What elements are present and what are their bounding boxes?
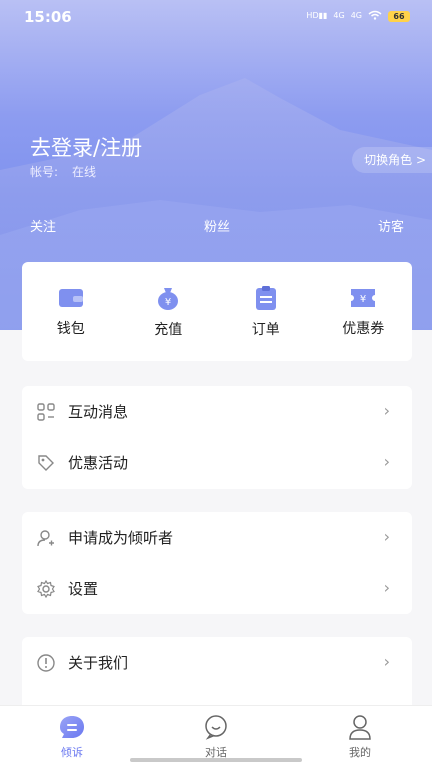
account-label: 帐号: — [30, 165, 59, 179]
signal-icon: HD▮▮ — [306, 11, 328, 20]
chevron-right-icon: › — [383, 527, 390, 546]
tab-me[interactable]: 我的 — [288, 706, 432, 768]
follow-stat[interactable]: 关注 — [30, 216, 56, 235]
wallet-label: 钱包 — [56, 320, 85, 337]
quick-actions-card: 钱包 ¥ 充值 订单 ¥ 优惠券 — [22, 262, 412, 361]
wallet-icon — [58, 288, 83, 307]
visitors-stat[interactable]: 访客 — [378, 216, 404, 235]
tab-me-label: 我的 — [349, 746, 371, 759]
chevron-right-icon: › — [383, 652, 390, 671]
wifi-icon — [368, 10, 382, 22]
battery-icon: 66 — [388, 10, 410, 22]
settings-label: 设置 — [68, 580, 99, 598]
status-bar: 15:06 HD▮▮ 4G 4G 66 — [0, 0, 432, 34]
apply-listener-row[interactable]: 申请成为倾听者 › — [22, 512, 412, 563]
coupons-button[interactable]: ¥ 优惠券 — [315, 262, 413, 361]
interaction-icon — [36, 402, 56, 422]
status-icons: HD▮▮ 4G 4G 66 — [306, 10, 410, 22]
wallet-button[interactable]: 钱包 — [22, 262, 120, 361]
chevron-right-icon: › — [383, 452, 390, 471]
recharge-label: 充值 — [154, 321, 183, 338]
network-label-2: 4G — [350, 11, 362, 20]
network-label-1: 4G — [333, 11, 345, 20]
confide-tab-icon — [60, 716, 84, 738]
account-info: 帐号: 在线 — [30, 163, 96, 180]
apply-listener-label: 申请成为倾听者 — [68, 529, 174, 547]
settings-row[interactable]: 设置 › — [22, 563, 412, 614]
fans-stat[interactable]: 粉丝 — [204, 216, 230, 235]
tab-confide[interactable]: 倾诉 — [0, 706, 144, 768]
svg-text:¥: ¥ — [165, 297, 171, 308]
user-icon — [349, 715, 371, 740]
menu-group-messages: 互动消息 › 优惠活动 › — [22, 386, 412, 489]
home-indicator — [130, 758, 302, 762]
coupons-label: 优惠券 — [342, 320, 385, 337]
coupon-icon: ¥ — [351, 288, 376, 307]
orders-button[interactable]: 订单 — [217, 262, 315, 361]
svg-text:¥: ¥ — [360, 294, 366, 305]
chevron-right-icon: › — [383, 578, 390, 597]
login-register-link[interactable]: 去登录/注册 — [30, 132, 142, 162]
stats-row: 关注 粉丝 访客 — [0, 216, 432, 236]
recharge-button[interactable]: ¥ 充值 — [120, 262, 218, 361]
order-icon — [255, 285, 276, 310]
promotions-label: 优惠活动 — [68, 454, 129, 472]
interaction-messages-row[interactable]: 互动消息 › — [22, 386, 412, 437]
about-us-row[interactable]: 关于我们 › — [22, 637, 412, 688]
chat-bubble-icon — [205, 715, 227, 740]
chevron-right-icon: › — [383, 401, 390, 420]
tab-confide-label: 倾诉 — [61, 746, 83, 759]
account-status: 在线 — [72, 165, 97, 179]
interaction-messages-label: 互动消息 — [68, 403, 129, 421]
info-icon — [36, 653, 56, 673]
money-bag-icon: ¥ — [158, 287, 179, 310]
menu-group-settings: 申请成为倾听者 › 设置 › — [22, 512, 412, 614]
tag-icon — [36, 453, 56, 473]
switch-role-button[interactable]: 切换角色 > — [352, 147, 432, 173]
gear-icon — [36, 579, 56, 599]
promotions-row[interactable]: 优惠活动 › — [22, 437, 412, 488]
about-us-label: 关于我们 — [68, 654, 129, 672]
add-user-icon — [36, 528, 56, 548]
status-time: 15:06 — [24, 8, 72, 26]
orders-label: 订单 — [251, 321, 280, 338]
